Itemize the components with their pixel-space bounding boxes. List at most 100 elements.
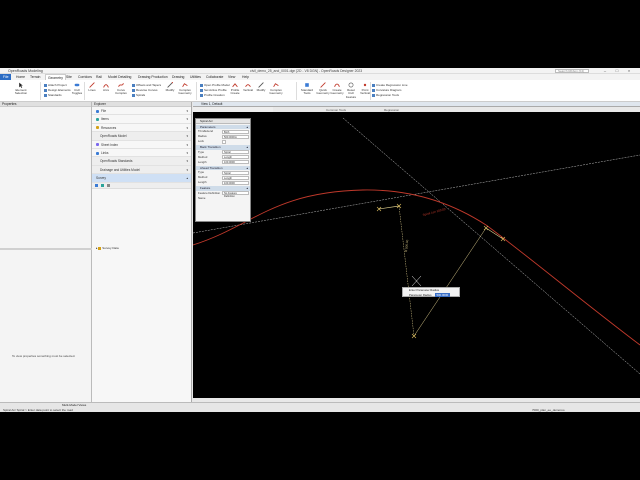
properties-title: Properties <box>0 102 91 107</box>
back-length-field[interactable]: 100.0000 <box>222 160 249 164</box>
feature-definition-select[interactable]: No Feature Definition <box>222 191 249 198</box>
quick-geometry-button[interactable]: Quick Geometry <box>316 82 330 96</box>
ribbon: Element Selection Attach Project Design … <box>0 80 640 112</box>
standard-tools-button[interactable]: Standard Tools <box>300 82 314 96</box>
ribbon-separator <box>40 82 41 100</box>
explorer-item-drainage-utilities[interactable]: Drainage and Utilities Model ▾ <box>92 165 191 175</box>
explorer-item-openroads-model[interactable]: OpenRoads Model ▾ <box>92 132 191 141</box>
chevron-up-icon: ▴ <box>186 176 188 181</box>
reset-civil-feature-button[interactable]: Reset Civil Feature <box>344 82 358 99</box>
explorer-item-survey[interactable]: Survey ▴ <box>92 174 191 183</box>
toolbar-icon[interactable] <box>101 184 105 188</box>
back-type-select[interactable]: Spiral <box>222 150 249 154</box>
chevron-down-icon: ▾ <box>186 159 188 164</box>
tree-survey-data[interactable]: ▸ Survey Data <box>96 246 119 250</box>
back-length: Length 100.0000 <box>196 160 250 165</box>
ribbon-search-input[interactable]: Search Ribbon (F4) <box>555 69 589 73</box>
curvature-icon <box>372 88 375 92</box>
standards-icon <box>44 93 47 97</box>
vertical-complex-geometry-button[interactable]: Complex Geometry <box>269 82 283 96</box>
lines-button[interactable]: Lines <box>86 82 98 92</box>
back-method-select[interactable]: Length <box>222 155 249 159</box>
profile-creation-item[interactable]: Profile Creation <box>200 93 225 97</box>
profile-create-button[interactable]: Profile Create <box>228 82 242 96</box>
sheet-index-icon <box>96 143 99 147</box>
status-prompt: Spiral Arc Spiral > Enter data point to … <box>3 408 73 412</box>
chevron-down-icon: ▾ <box>186 134 188 139</box>
canvas-background <box>193 112 640 398</box>
toolbar-icon[interactable] <box>95 184 98 188</box>
explorer-item-resources[interactable]: Resources ▾ <box>92 124 191 133</box>
view-title: View 1, Default <box>201 102 223 106</box>
workflow-name[interactable]: OpenRoads Modeling <box>8 69 43 73</box>
vertical-button[interactable]: Vertical <box>242 82 254 92</box>
curvature-diagram-item[interactable]: Curvature Diagram <box>372 88 401 92</box>
explorer-item-openroads-standards[interactable]: OpenRoads Standards ▾ <box>92 157 191 166</box>
radius-field[interactable]: 500.0000m <box>222 134 249 139</box>
create-regression-line-item[interactable]: Create Regression Line <box>372 83 408 87</box>
toolbar-icon[interactable] <box>107 184 111 188</box>
arcs-button[interactable]: Arcs <box>100 82 112 92</box>
status-bar: Spiral Arc Spiral > Enter data point to … <box>0 402 640 412</box>
modify-button[interactable]: Modify <box>164 82 176 92</box>
offsets-and-tapers-item[interactable]: Offsets and Tapers <box>132 83 161 87</box>
chevron-down-icon: ▾ <box>186 167 188 172</box>
element-selection-button[interactable]: Element Selection <box>14 82 28 96</box>
properties-divider[interactable] <box>0 248 92 250</box>
tooltip-radius-input[interactable]: 500.0000 <box>434 292 451 297</box>
explorer-item-items[interactable]: Items ▾ <box>92 115 191 124</box>
items-icon <box>96 118 99 122</box>
create-geometry-button[interactable]: Create Geometry <box>330 82 344 96</box>
tooltip-radius-row: Parameter Radius 500.0000 <box>409 292 451 297</box>
feature-name: Name <box>198 195 206 200</box>
complex-geometry-button[interactable]: Complex Geometry <box>178 82 192 96</box>
profile-model-icon <box>200 83 203 87</box>
chevron-down-icon: ▾ <box>186 125 188 130</box>
properties-empty-message: To view properties something must be sel… <box>12 354 76 358</box>
design-elements-item[interactable]: Design Elements <box>44 88 71 92</box>
offset-icon <box>132 83 135 87</box>
dialog-title: Spiral Arc <box>196 119 250 124</box>
parameter-tooltip: Enter Parameter Radius Parameter Radius 5… <box>402 287 460 297</box>
standards-item[interactable]: Standards <box>44 93 62 97</box>
drawing-canvas[interactable]: R 500.00 Spiral Len 100.00 <box>193 112 640 398</box>
regression-icon <box>372 83 375 87</box>
civil-toggles-button[interactable]: Civil Toggles <box>70 82 84 96</box>
design-icon <box>44 88 47 92</box>
regression-tools-item[interactable]: Regression Tools <box>372 93 399 97</box>
explorer-item-links[interactable]: Links ▾ <box>92 149 191 158</box>
ahead-method-select[interactable]: Length <box>222 175 249 180</box>
chevron-down-icon: ▾ <box>186 117 188 122</box>
window-title: civil_demo_25_and_0001.dgn [2D - V8 DGN]… <box>250 69 363 73</box>
ahead-type-select[interactable]: Spiral <box>222 170 249 175</box>
explorer-item-file[interactable]: File ▾ <box>92 107 191 116</box>
file-icon <box>96 109 99 113</box>
spiral-dialog: Spiral Arc Parameters ▴ Trim/Extend Both R… <box>195 118 251 222</box>
link-icon <box>96 151 99 155</box>
vertical-modify-button[interactable]: Modify <box>255 82 267 92</box>
ribbon-separator <box>296 82 297 100</box>
properties-panel: Properties To view properties something … <box>0 102 92 402</box>
view-selector[interactable]: Multi-Model Views <box>62 403 86 407</box>
lock-checkbox[interactable] <box>222 139 226 144</box>
set-active-profile-item[interactable]: Set Active Profile <box>200 88 227 92</box>
spiral-icon <box>132 93 135 97</box>
regression-tools-icon <box>372 93 375 97</box>
reverse-curves-item[interactable]: Reverse Curves <box>132 88 158 92</box>
open-profile-model-item[interactable]: Open Profile Model <box>200 83 230 87</box>
ribbon-separator <box>196 82 197 100</box>
chevron-down-icon: ▾ <box>186 142 188 147</box>
status-model-name: 7000_plan_ee_demoroo <box>532 408 565 412</box>
resources-icon <box>96 126 99 130</box>
trim-extend-select[interactable]: Both <box>222 129 249 134</box>
ahead-length: Length 100.0000 <box>196 180 250 185</box>
attach-project-item[interactable]: Attach Project <box>44 83 67 87</box>
explorer-item-sheet-index[interactable]: Sheet Index ▾ <box>92 141 191 149</box>
explorer-panel: Explorer File ▾ Items ▾ Resources ▾ OpenRoa… <box>92 102 192 402</box>
curve-complex-button[interactable]: Curve Complex <box>114 82 128 96</box>
chevron-down-icon: ▾ <box>186 109 188 113</box>
explorer-toolbar <box>92 182 191 189</box>
ahead-length-field[interactable]: 100.0000 <box>222 180 249 185</box>
chevron-down-icon: ▾ <box>186 150 188 155</box>
spirals-item[interactable]: Spirals <box>132 93 145 97</box>
